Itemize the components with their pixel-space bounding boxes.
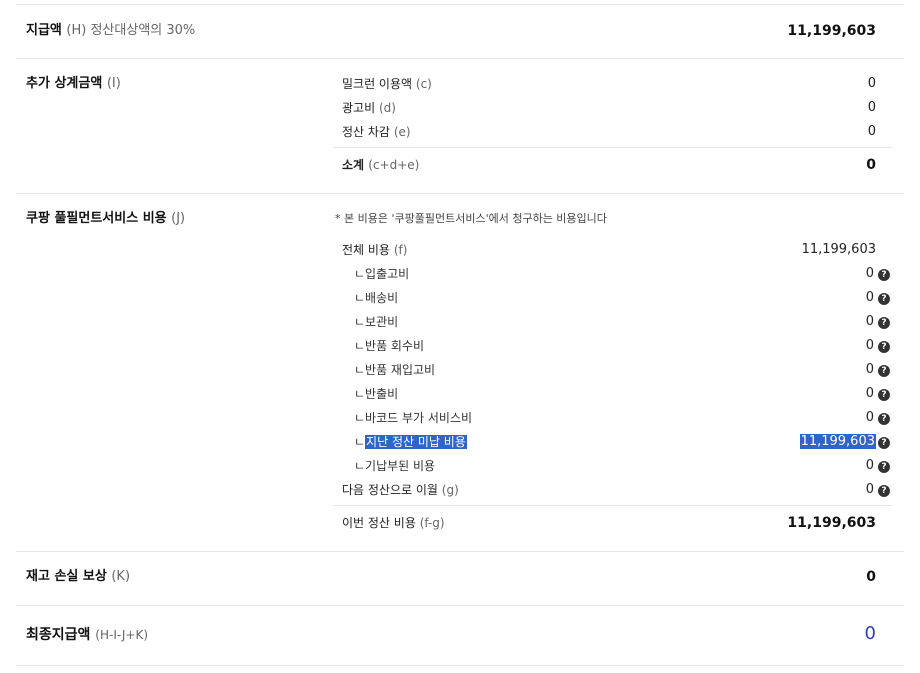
help-icon[interactable]: ? <box>878 461 890 473</box>
help-icon[interactable]: ? <box>878 365 890 377</box>
settlement-deduction-label: 정산 차감 (e) <box>342 125 411 139</box>
total-cost-value: 11,199,603 <box>801 242 876 257</box>
storage-fee-label: ㄴ보관비 <box>354 315 399 329</box>
divider <box>333 505 892 506</box>
shipping-fee-value: 0 <box>865 290 874 305</box>
divider <box>16 605 904 606</box>
help-icon[interactable]: ? <box>878 485 890 497</box>
unpaid-previous-fee-value: 11,199,603 <box>799 434 876 449</box>
inbound-outbound-fee-value: 0 <box>865 266 874 281</box>
extra-i-label: 추가 상계금액 (I) <box>26 76 121 91</box>
return-restock-fee-value: 0 <box>865 362 874 377</box>
help-icon[interactable]: ? <box>878 389 890 401</box>
help-icon[interactable]: ? <box>878 437 890 449</box>
ad-cost-value: 0 <box>867 100 876 115</box>
return-restock-fee-label: ㄴ반품 재입고비 <box>354 363 436 377</box>
total-cost-label: 전체 비용 (f) <box>342 243 408 257</box>
carryover-value: 0 <box>865 482 874 497</box>
milkrun-label: 밀크런 이용액 (c) <box>342 77 432 91</box>
removal-fee-label: ㄴ반출비 <box>354 387 399 401</box>
removal-fee-value: 0 <box>865 386 874 401</box>
inventory-k-value: 0 <box>866 569 876 585</box>
unpaid-previous-fee-label: ㄴ지난 정산 미납 비용 <box>354 435 467 449</box>
divider <box>16 193 904 194</box>
divider <box>16 58 904 59</box>
divider <box>16 4 904 5</box>
return-collection-fee-value: 0 <box>865 338 874 353</box>
return-collection-fee-label: ㄴ반품 회수비 <box>354 339 425 353</box>
prepaid-fee-label: ㄴ기납부된 비용 <box>354 459 436 473</box>
storage-fee-value: 0 <box>865 314 874 329</box>
settlement-deduction-value: 0 <box>867 124 876 139</box>
help-icon[interactable]: ? <box>878 341 890 353</box>
inbound-outbound-fee-label: ㄴ입출고비 <box>354 267 410 281</box>
carryover-label: 다음 정산으로 이월 (g) <box>342 483 459 497</box>
final-payment-label: 최종지급액 (H-I-J+K) <box>26 627 148 643</box>
fulfillment-note: * 본 비용은 '쿠팡풀필먼트서비스'에서 청구하는 비용입니다 <box>335 212 607 225</box>
divider <box>16 665 904 666</box>
divider <box>333 147 892 148</box>
payment-h-value: 11,199,603 <box>787 23 876 39</box>
fulfillment-j-label: 쿠팡 풀필먼트서비스 비용 (J) <box>26 211 186 226</box>
shipping-fee-label: ㄴ배송비 <box>354 291 399 305</box>
help-icon[interactable]: ? <box>878 317 890 329</box>
divider <box>16 551 904 552</box>
payment-h-label: 지급액 (H) 정산대상액의 30% <box>26 23 196 38</box>
subtotal-label: 소계 (c+d+e) <box>342 158 420 172</box>
barcode-service-fee-value: 0 <box>865 410 874 425</box>
help-icon[interactable]: ? <box>878 413 890 425</box>
inventory-k-label: 재고 손실 보상 (K) <box>26 569 131 584</box>
prepaid-fee-value: 0 <box>865 458 874 473</box>
this-period-cost-value: 11,199,603 <box>787 515 876 531</box>
ad-cost-label: 광고비 (d) <box>342 101 396 115</box>
help-icon[interactable]: ? <box>878 269 890 281</box>
this-period-cost-label: 이번 정산 비용 (f-g) <box>342 516 445 530</box>
subtotal-value: 0 <box>866 157 876 173</box>
help-icon[interactable]: ? <box>878 293 890 305</box>
milkrun-value: 0 <box>867 76 876 91</box>
barcode-service-fee-label: ㄴ바코드 부가 서비스비 <box>354 411 473 425</box>
final-payment-value: 0 <box>864 623 876 644</box>
